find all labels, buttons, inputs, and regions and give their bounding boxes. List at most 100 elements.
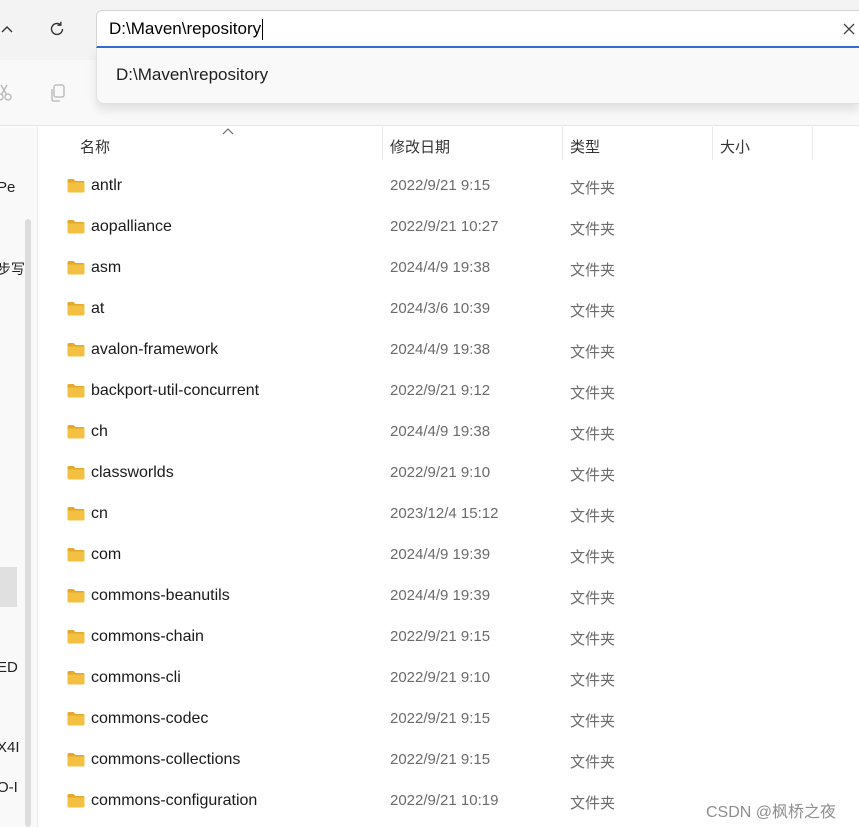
modified-date: 2024/4/9 19:38 — [390, 341, 491, 358]
modified-date: 2022/9/21 9:15 — [390, 751, 491, 768]
file-name[interactable]: ch — [91, 423, 108, 441]
folder-icon — [67, 793, 85, 808]
column-header-date[interactable]: 修改日期 — [390, 136, 450, 157]
modified-date: 2024/4/9 19:38 — [390, 423, 491, 440]
text-caret — [262, 19, 264, 41]
file-type: 文件夹 — [570, 672, 616, 689]
column-separator[interactable] — [812, 127, 813, 160]
column-separator[interactable] — [712, 127, 713, 160]
copy-button[interactable] — [45, 80, 71, 106]
file-name[interactable]: commons-configuration — [91, 792, 257, 810]
nav-item-label[interactable]: X4I — [0, 739, 20, 756]
file-name[interactable]: aopalliance — [91, 218, 172, 236]
navigation-pane: Pe 步写 ED X4I O-I — [0, 127, 37, 827]
column-header-type[interactable]: 类型 — [570, 136, 600, 157]
folder-icon — [67, 342, 85, 357]
modified-date: 2022/9/21 9:12 — [390, 382, 491, 399]
table-row[interactable]: commons-codec 2022/9/21 9:15 文件夹 — [38, 700, 859, 741]
folder-icon — [67, 301, 85, 316]
cut-button[interactable] — [0, 80, 16, 106]
modified-date: 2023/12/4 15:12 — [390, 505, 499, 522]
file-name[interactable]: avalon-framework — [91, 341, 218, 359]
file-type: 文件夹 — [570, 344, 616, 361]
column-separator[interactable] — [382, 127, 383, 160]
column-header-size[interactable]: 大小 — [720, 136, 750, 157]
address-bar[interactable]: D:\Maven\repository — [96, 10, 859, 48]
folder-icon — [67, 178, 85, 193]
copy-icon — [51, 84, 65, 102]
nav-item-label[interactable]: Pe — [0, 179, 15, 196]
modified-date: 2022/9/21 9:15 — [390, 710, 491, 727]
table-row[interactable]: at 2024/3/6 10:39 文件夹 — [38, 290, 859, 331]
clear-address-button[interactable] — [839, 19, 859, 39]
file-type: 文件夹 — [570, 549, 616, 566]
file-name[interactable]: commons-beanutils — [91, 587, 230, 605]
file-type: 文件夹 — [570, 508, 616, 525]
modified-date: 2024/4/9 19:38 — [390, 259, 491, 276]
table-row[interactable]: avalon-framework 2024/4/9 19:38 文件夹 — [38, 331, 859, 372]
file-name[interactable]: commons-collections — [91, 751, 240, 769]
watermark: CSDN @枫桥之夜 — [706, 804, 837, 821]
up-button[interactable] — [0, 10, 22, 48]
chevron-up-icon — [1, 26, 13, 33]
column-header-row: 名称 修改日期 类型 大小 — [38, 127, 859, 160]
folder-icon — [67, 424, 85, 439]
table-row[interactable]: commons-cli 2022/9/21 9:10 文件夹 — [38, 659, 859, 700]
nav-item-label[interactable]: 步写 — [0, 259, 25, 279]
modified-date: 2024/3/6 10:39 — [390, 300, 491, 317]
file-name[interactable]: asm — [91, 259, 121, 277]
table-row[interactable]: com 2024/4/9 19:39 文件夹 — [38, 536, 859, 577]
navigation-pane-scrollbar[interactable] — [25, 219, 31, 827]
file-name[interactable]: cn — [91, 505, 108, 523]
folder-icon — [67, 670, 85, 685]
file-name[interactable]: commons-chain — [91, 628, 204, 646]
modified-date: 2022/9/21 10:27 — [390, 218, 499, 235]
file-type: 文件夹 — [570, 631, 616, 648]
file-name[interactable]: antlr — [91, 177, 122, 195]
table-row[interactable]: commons-chain 2022/9/21 9:15 文件夹 — [38, 618, 859, 659]
table-row[interactable]: ch 2024/4/9 19:38 文件夹 — [38, 413, 859, 454]
modified-date: 2022/9/21 9:10 — [390, 669, 491, 686]
file-type: 文件夹 — [570, 262, 616, 279]
file-name[interactable]: com — [91, 546, 121, 564]
file-name[interactable]: classworlds — [91, 464, 174, 482]
table-row[interactable]: cn 2023/12/4 15:12 文件夹 — [38, 495, 859, 536]
table-row[interactable]: commons-collections 2022/9/21 9:15 文件夹 — [38, 741, 859, 782]
column-separator[interactable] — [562, 127, 563, 160]
folder-icon — [67, 465, 85, 480]
nav-item-label[interactable]: O-I — [0, 779, 18, 796]
folder-icon — [67, 588, 85, 603]
nav-item-label[interactable]: ED — [0, 659, 18, 676]
folder-icon — [67, 547, 85, 562]
nav-item-selected[interactable] — [0, 567, 17, 607]
address-input[interactable]: D:\Maven\repository — [109, 11, 809, 47]
file-type: 文件夹 — [570, 467, 616, 484]
file-type: 文件夹 — [570, 221, 616, 238]
folder-icon — [67, 506, 85, 521]
table-row[interactable]: backport-util-concurrent 2022/9/21 9:12 文件… — [38, 372, 859, 413]
file-type: 文件夹 — [570, 713, 616, 730]
folder-icon — [67, 383, 85, 398]
table-row[interactable]: asm 2024/4/9 19:38 文件夹 — [38, 249, 859, 290]
folder-icon — [67, 219, 85, 234]
table-row[interactable]: commons-beanutils 2024/4/9 19:39 文件夹 — [38, 577, 859, 618]
file-type: 文件夹 — [570, 426, 616, 443]
file-name[interactable]: at — [91, 300, 104, 318]
close-icon — [843, 23, 855, 35]
folder-icon — [67, 260, 85, 275]
file-explorer-window: D:\Maven\repository D:\Maven\repository … — [0, 0, 859, 827]
folder-icon — [67, 752, 85, 767]
modified-date: 2022/9/21 9:10 — [390, 464, 491, 481]
table-row[interactable]: aopalliance 2022/9/21 10:27 文件夹 — [38, 208, 859, 249]
column-header-name[interactable]: 名称 — [80, 136, 110, 157]
modified-date: 2022/9/21 9:15 — [390, 628, 491, 645]
file-name[interactable]: commons-cli — [91, 669, 181, 687]
file-type: 文件夹 — [570, 180, 616, 197]
modified-date: 2024/4/9 19:39 — [390, 587, 491, 604]
file-name[interactable]: commons-codec — [91, 710, 208, 728]
address-suggestion-item[interactable]: D:\Maven\repository — [116, 65, 268, 85]
table-row[interactable]: antlr 2022/9/21 9:15 文件夹 — [38, 167, 859, 208]
file-name[interactable]: backport-util-concurrent — [91, 382, 259, 400]
refresh-button[interactable] — [42, 10, 72, 48]
table-row[interactable]: classworlds 2022/9/21 9:10 文件夹 — [38, 454, 859, 495]
